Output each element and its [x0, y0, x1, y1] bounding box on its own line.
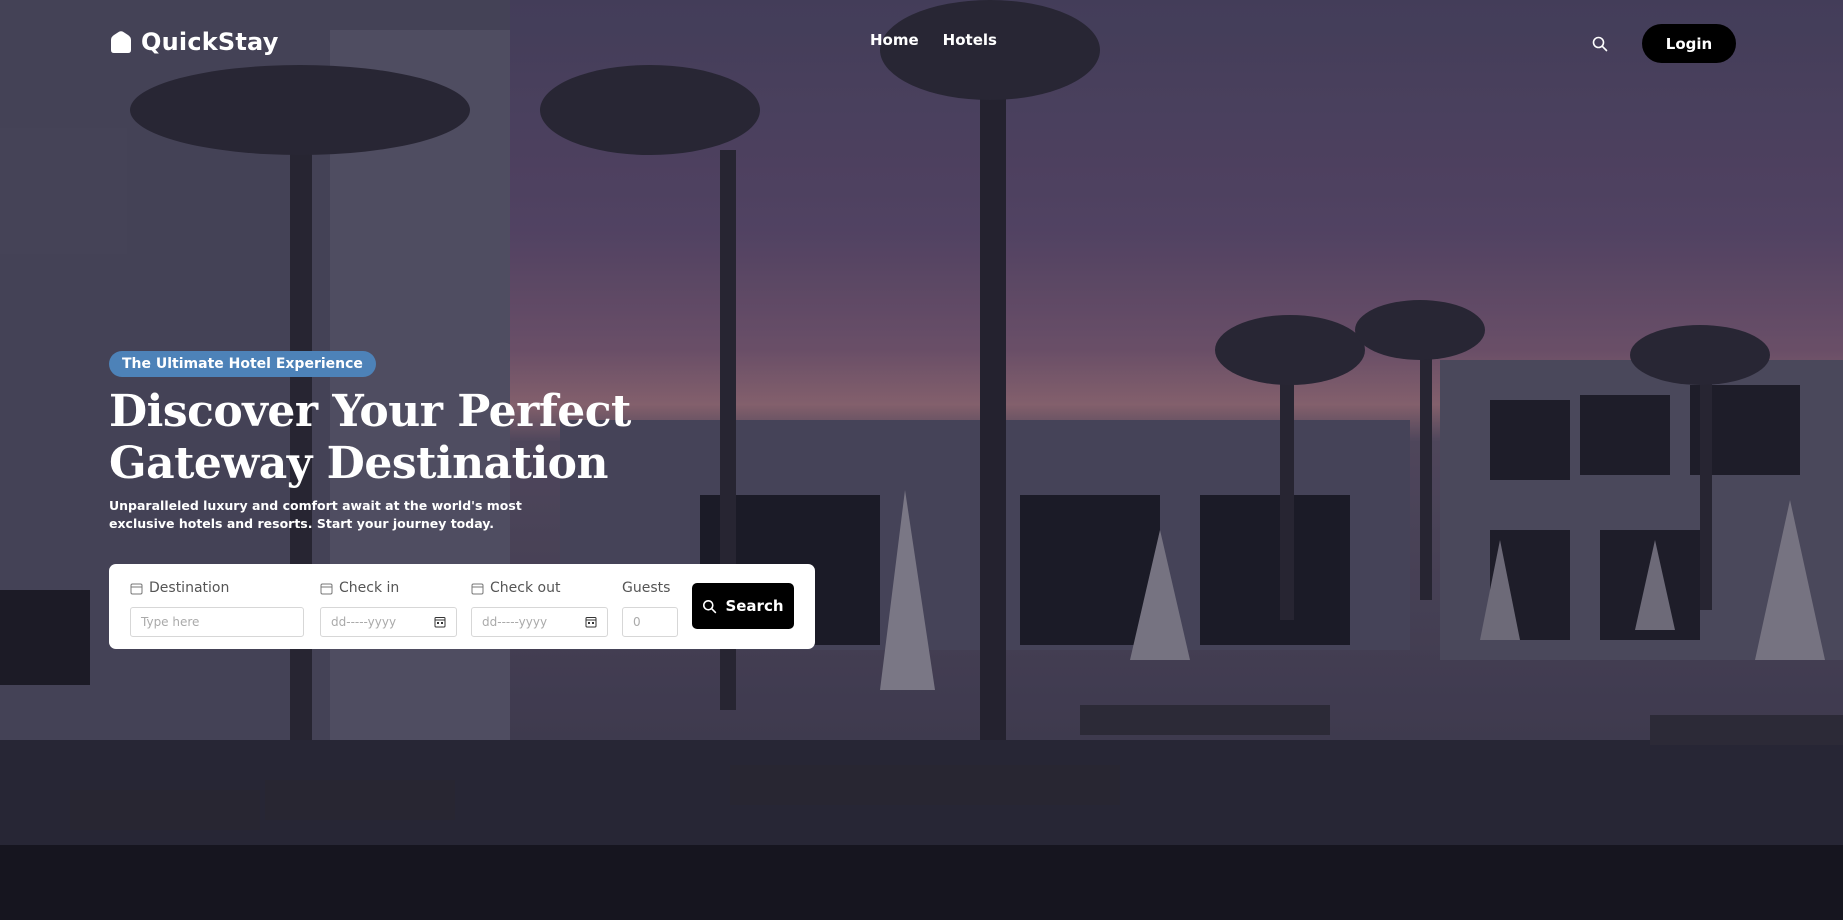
check-out-date-input[interactable]: dd-----yyyy: [471, 607, 608, 637]
house-icon: [111, 31, 131, 53]
search-icon[interactable]: [1591, 35, 1609, 53]
nav-link-home[interactable]: Home: [870, 31, 919, 49]
check-in-placeholder: dd-----yyyy: [331, 615, 397, 629]
check-out-label: Check out: [490, 580, 561, 596]
destination-input[interactable]: Type here: [130, 607, 304, 637]
search-button[interactable]: Search: [692, 583, 794, 629]
destination-label: Destination: [149, 580, 230, 596]
check-in-date-input[interactable]: dd-----yyyy: [320, 607, 457, 637]
search-icon: [703, 599, 717, 613]
date-picker-icon[interactable]: [434, 616, 446, 628]
hotel-search-form: Destination Type here Check in dd-----yy…: [109, 564, 815, 649]
destination-placeholder: Type here: [141, 615, 200, 629]
calendar-icon: [320, 583, 333, 594]
check-out-placeholder: dd-----yyyy: [482, 615, 548, 629]
main-nav: Home Hotels: [870, 31, 997, 49]
search-button-label: Search: [725, 597, 784, 615]
hero-headline: Discover Your Perfect Gateway Destinatio…: [109, 386, 631, 489]
guests-placeholder: 0: [633, 615, 641, 629]
calendar-icon: [471, 583, 484, 594]
brand-logo[interactable]: QuickStay: [109, 28, 279, 56]
hero-badge: The Ultimate Hotel Experience: [109, 351, 376, 377]
check-in-field: Check in dd-----yyyy: [320, 578, 457, 637]
check-out-field: Check out dd-----yyyy: [471, 578, 608, 637]
login-button[interactable]: Login: [1642, 24, 1736, 63]
brand-name: QuickStay: [141, 28, 279, 56]
guests-input[interactable]: 0: [622, 607, 678, 637]
top-navbar: QuickStay Home Hotels Login: [0, 0, 1843, 80]
calendar-icon: [130, 583, 143, 594]
check-in-label: Check in: [339, 580, 400, 596]
nav-link-hotels[interactable]: Hotels: [943, 31, 997, 49]
hero-subtitle: Unparalleled luxury and comfort await at…: [109, 498, 522, 531]
destination-field: Destination Type here: [130, 578, 304, 637]
date-picker-icon[interactable]: [585, 616, 597, 628]
guests-field: Guests 0: [622, 578, 678, 637]
guests-label: Guests: [622, 580, 671, 596]
